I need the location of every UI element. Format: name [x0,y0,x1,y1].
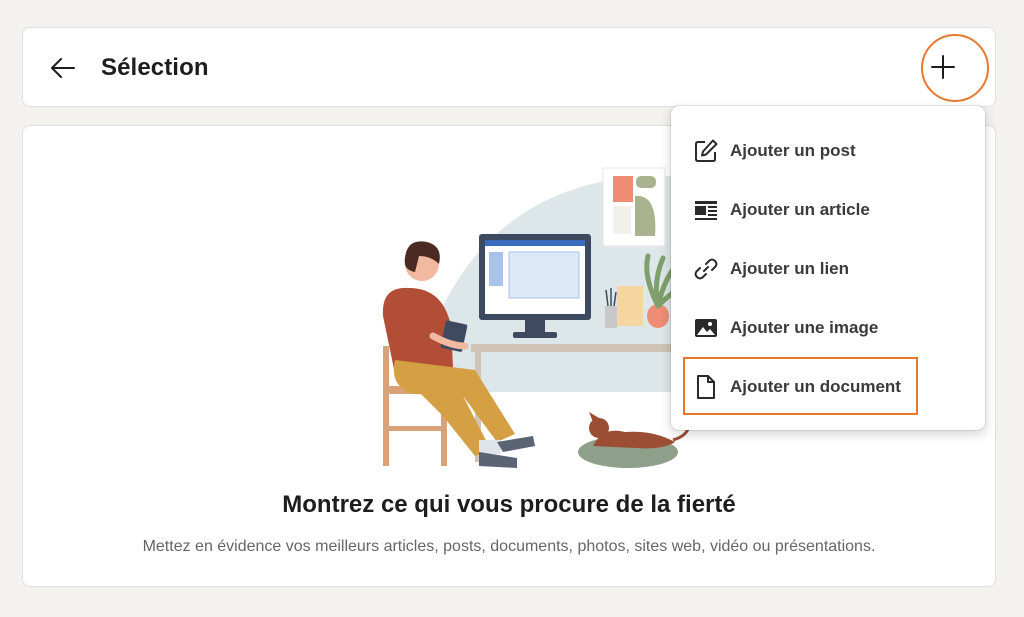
link-icon [693,256,719,282]
empty-state-title: Montrez ce qui vous procure de la fierté [282,491,736,518]
edit-icon [693,138,719,164]
add-menu-dropdown: Ajouter un post Ajouter un article Ajout… [671,106,985,430]
menu-item-add-image[interactable]: Ajouter une image [671,298,985,357]
menu-item-add-post[interactable]: Ajouter un post [671,121,985,180]
image-icon [693,315,719,341]
menu-item-add-link[interactable]: Ajouter un lien [671,239,985,298]
document-item-highlight [683,357,918,415]
menu-item-label: Ajouter un lien [730,258,849,278]
menu-item-label: Ajouter un post [730,140,856,160]
page-title: Sélection [101,54,209,81]
article-icon [693,197,719,223]
empty-state-subtitle: Mettez en évidence vos meilleurs article… [142,538,876,555]
back-button[interactable] [45,50,81,86]
menu-item-label: Ajouter un article [730,199,870,219]
menu-item-add-article[interactable]: Ajouter un article [671,180,985,239]
menu-item-add-document[interactable]: Ajouter un document [671,357,985,416]
add-button[interactable] [919,43,967,91]
arrow-left-icon [51,58,75,78]
menu-item-label: Ajouter une image [730,317,879,337]
header-card: Sélection [22,27,996,107]
plus-icon [931,55,955,79]
person-at-desk-illustration [303,167,723,468]
